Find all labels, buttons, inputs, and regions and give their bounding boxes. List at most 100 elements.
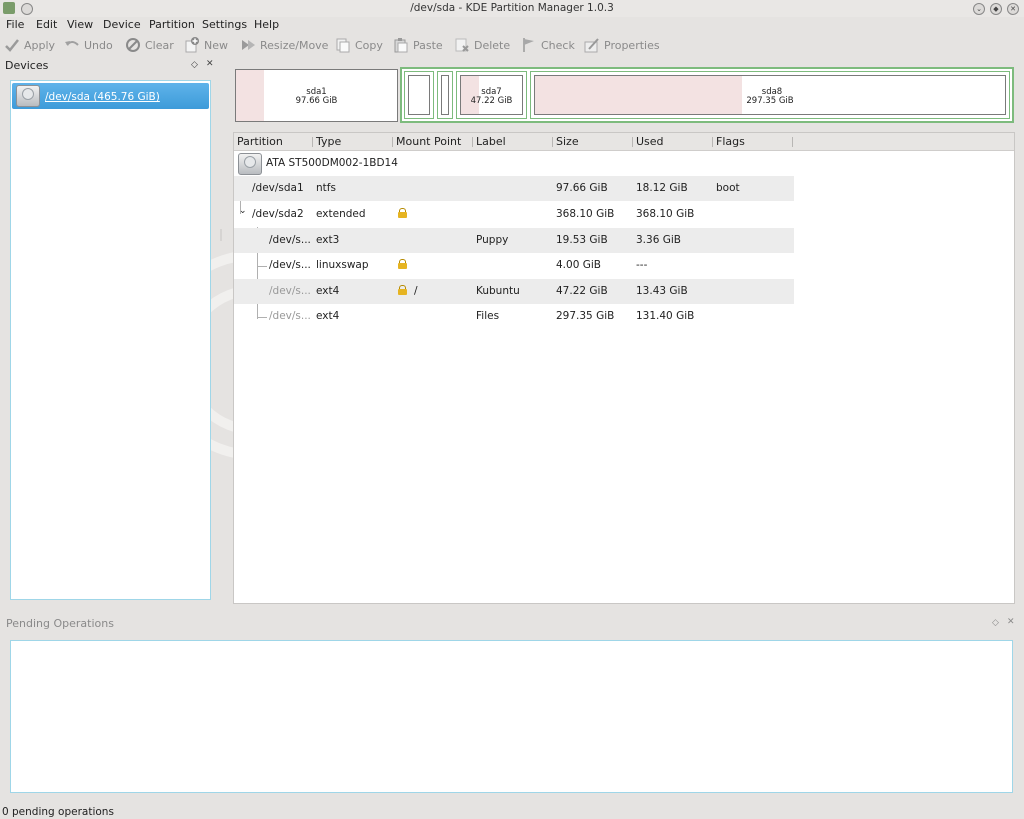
minimize-button[interactable]: ⌄: [973, 3, 985, 15]
table-row[interactable]: ⌄ /dev/sda2 extended 368.10 GiB 368.10 G…: [234, 202, 794, 227]
cell-size: 47.22 GiB: [556, 285, 608, 297]
paste-icon: [393, 37, 409, 53]
new-button[interactable]: New: [184, 36, 228, 54]
col-used[interactable]: Used: [636, 135, 664, 148]
col-label[interactable]: Label: [476, 135, 506, 148]
maximize-button[interactable]: ◆: [990, 3, 1002, 15]
cell-type: ext4: [316, 285, 340, 297]
new-partition-icon: [184, 37, 200, 53]
resize-move-icon: [240, 37, 256, 53]
table-row[interactable]: /dev/s... ext3 Puppy 19.53 GiB 3.36 GiB: [234, 228, 794, 253]
cell-size: 97.66 GiB: [556, 182, 608, 194]
partition-map-sda5[interactable]: [404, 71, 434, 119]
cell-mount-point: /: [414, 285, 418, 297]
cell-type: ext3: [316, 234, 340, 246]
menu-device[interactable]: Device: [103, 18, 141, 31]
check-label: Check: [541, 38, 575, 52]
partition-map-sda7[interactable]: sda7 47.22 GiB: [456, 71, 527, 119]
cell-used: ---: [636, 259, 648, 271]
partition-table[interactable]: Partition Type Mount Point Label Size Us…: [233, 132, 1015, 604]
expand-chevron-icon[interactable]: ⌄: [239, 206, 247, 216]
disk-name: ATA ST500DM002-1BD14: [266, 157, 398, 169]
delete-button[interactable]: Delete: [454, 36, 510, 54]
resize-move-label: Resize/Move: [260, 38, 329, 52]
table-row[interactable]: /dev/s... ext4 / Kubuntu 47.22 GiB 13.43…: [234, 279, 794, 304]
sda8-map-size: 297.35 GiB: [746, 96, 794, 106]
sda8-inner: sda8 297.35 GiB: [534, 75, 1006, 115]
sda1-map-size: 97.66 GiB: [295, 96, 338, 106]
check-flag-icon: [521, 37, 537, 53]
resize-move-button[interactable]: Resize/Move: [240, 36, 328, 54]
menu-file[interactable]: File: [6, 18, 24, 31]
apply-button[interactable]: Apply: [4, 36, 55, 54]
apply-check-icon: [4, 37, 20, 53]
clear-icon: [125, 37, 141, 53]
disk-row[interactable]: ATA ST500DM002-1BD14: [234, 151, 794, 176]
cell-type: ext4: [316, 310, 340, 322]
pending-dock-title: Pending Operations: [6, 617, 114, 630]
properties-label: Properties: [604, 38, 660, 52]
cell-size: 19.53 GiB: [556, 234, 608, 246]
cell-partition: /dev/sda1: [252, 182, 304, 194]
status-bar-text: 0 pending operations: [2, 806, 114, 818]
menu-settings[interactable]: Settings: [202, 18, 247, 31]
col-type[interactable]: Type: [316, 135, 341, 148]
cell-used: 368.10 GiB: [636, 208, 695, 220]
apply-label: Apply: [24, 38, 56, 52]
device-item-label: /dev/sda (465.76 GiB): [45, 91, 160, 103]
pending-float-button[interactable]: ◇: [992, 618, 999, 628]
cell-used: 3.36 GiB: [636, 234, 681, 246]
copy-button[interactable]: Copy: [335, 36, 383, 54]
title-bar: /dev/sda - KDE Partition Manager 1.0.3 ⌄…: [0, 0, 1024, 17]
main-toolbar: Apply Undo Clear New Resize/Move Copy Pa…: [0, 34, 1024, 56]
pending-operations-list[interactable]: [10, 640, 1013, 793]
partition-map-sda1[interactable]: sda1 97.66 GiB: [235, 69, 398, 122]
menu-view[interactable]: View: [67, 18, 93, 31]
delete-icon: [454, 37, 470, 53]
partition-map-sda6[interactable]: [437, 71, 453, 119]
clear-button[interactable]: Clear: [125, 36, 174, 54]
col-separator: [312, 137, 313, 147]
col-separator: [552, 137, 553, 147]
cell-label: Files: [476, 310, 500, 322]
table-row[interactable]: /dev/s... linuxswap 4.00 GiB ---: [234, 253, 794, 278]
col-size[interactable]: Size: [556, 135, 579, 148]
cell-label: Puppy: [476, 234, 509, 246]
sda5-inner: [408, 75, 430, 115]
devices-list[interactable]: /dev/sda (465.76 GiB): [10, 80, 211, 600]
paste-button[interactable]: Paste: [393, 36, 443, 54]
copy-label: Copy: [355, 38, 383, 52]
undo-button[interactable]: Undo: [64, 36, 113, 54]
col-partition[interactable]: Partition: [237, 135, 283, 148]
properties-button[interactable]: Properties: [584, 36, 660, 54]
cell-used: 131.40 GiB: [636, 310, 695, 322]
col-flags[interactable]: Flags: [716, 135, 745, 148]
menu-edit[interactable]: Edit: [36, 18, 57, 31]
lock-icon: [398, 259, 407, 269]
vertical-splitter[interactable]: [220, 229, 222, 241]
properties-icon: [584, 37, 600, 53]
partition-map-sda8[interactable]: sda8 297.35 GiB: [530, 71, 1010, 119]
devices-float-button[interactable]: ◇: [191, 60, 198, 70]
partition-map: sda1 97.66 GiB sda7 47.22 GiB sda8 297.3…: [234, 67, 1014, 123]
lock-icon: [398, 285, 407, 295]
pending-close-button[interactable]: ✕: [1007, 617, 1015, 627]
check-button[interactable]: Check: [521, 36, 575, 54]
menu-help[interactable]: Help: [254, 18, 279, 31]
menu-partition[interactable]: Partition: [149, 18, 195, 31]
cell-partition: /dev/s...: [269, 285, 311, 297]
partition-map-extended[interactable]: sda7 47.22 GiB sda8 297.35 GiB: [400, 67, 1014, 123]
device-item-sda[interactable]: /dev/sda (465.76 GiB): [12, 83, 209, 109]
cell-size: 4.00 GiB: [556, 259, 601, 271]
cell-type: ntfs: [316, 182, 336, 194]
table-row[interactable]: /dev/s... ext4 Files 297.35 GiB 131.40 G…: [234, 304, 794, 329]
cell-partition: /dev/s...: [269, 310, 311, 322]
devices-close-button[interactable]: ✕: [206, 59, 214, 69]
cell-type: linuxswap: [316, 259, 369, 271]
table-row[interactable]: /dev/sda1 ntfs 97.66 GiB 18.12 GiB boot: [234, 176, 794, 201]
close-button[interactable]: ✕: [1007, 3, 1019, 15]
sda7-map-size: 47.22 GiB: [470, 96, 513, 106]
cell-size: 297.35 GiB: [556, 310, 615, 322]
col-mount-point[interactable]: Mount Point: [396, 135, 461, 148]
clear-label: Clear: [145, 38, 174, 52]
